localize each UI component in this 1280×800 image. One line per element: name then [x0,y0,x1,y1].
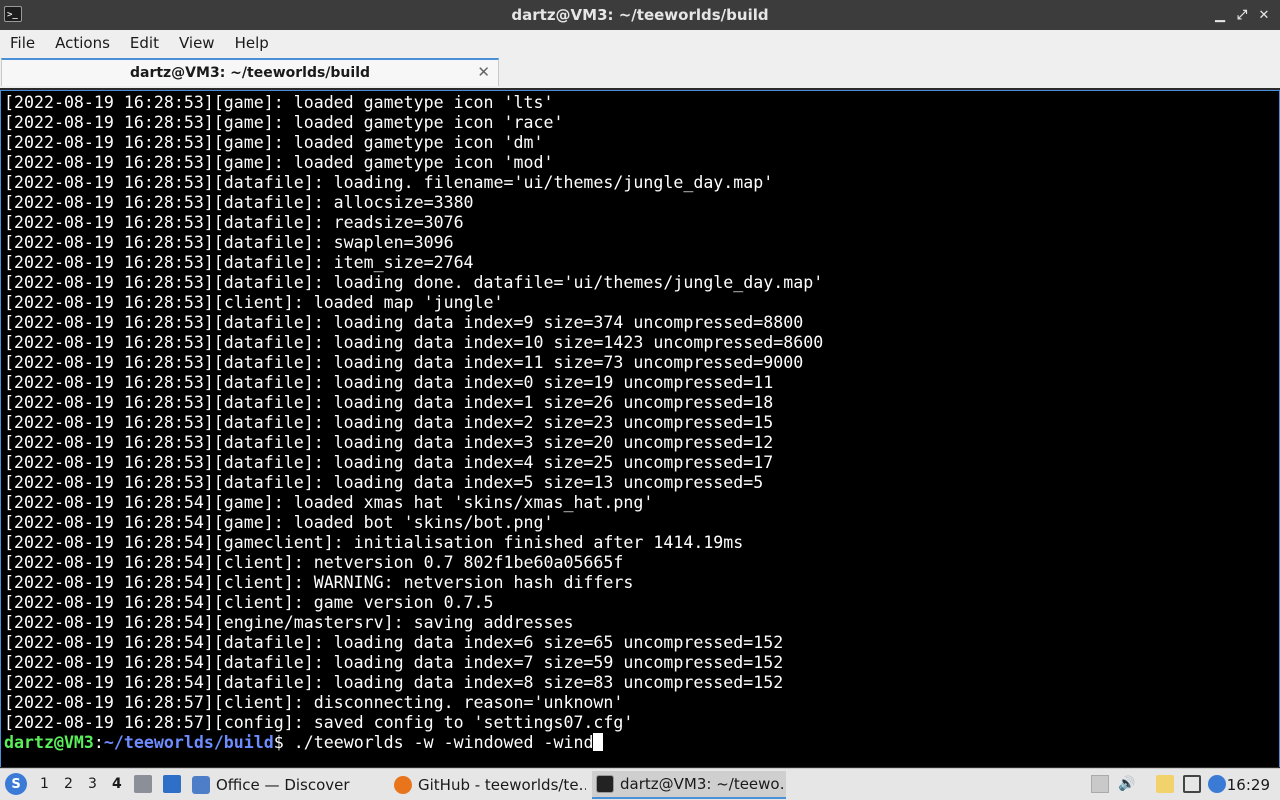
terminal-line: [2022-08-19 16:28:53][game]: loaded game… [4,153,554,172]
text-cursor [593,733,604,751]
workspace-1[interactable]: 1 [40,776,49,792]
tab-close-icon[interactable]: ✕ [477,63,490,81]
close-button[interactable]: ✕ [1254,5,1274,25]
clock[interactable]: 16:29 [1227,776,1270,794]
terminal-line: [2022-08-19 16:28:53][datafile]: loading… [4,173,774,192]
prompt-user: dartz@VM3 [4,733,94,752]
volume-icon[interactable]: 🔊 [1118,775,1136,793]
terminal-line: [2022-08-19 16:28:53][datafile]: loading… [4,333,824,352]
workspace-3[interactable]: 3 [88,776,97,792]
command-input[interactable]: ./teeworlds -w -windowed -wind [284,733,594,752]
file-manager-icon[interactable] [134,775,152,793]
task-firefox[interactable]: GitHub - teeworlds/te… [394,771,586,799]
task-label: Office — Discover [216,776,350,794]
tab-label: dartz@VM3: ~/teeworlds/build [129,65,371,81]
show-desktop-icon[interactable] [163,775,181,793]
terminal-line: [2022-08-19 16:28:53][datafile]: loading… [4,413,774,432]
terminal-tab[interactable]: dartz@VM3: ~/teeworlds/build ✕ [1,58,499,86]
task-label: GitHub - teeworlds/te… [418,776,586,794]
terminal-line: [2022-08-19 16:28:53][game]: loaded game… [4,133,544,152]
minimize-button[interactable]: ▁ [1210,5,1230,25]
menu-help[interactable]: Help [225,34,279,52]
menu-file[interactable]: File [0,34,45,52]
terminal-line: [2022-08-19 16:28:54][client]: game vers… [4,593,494,612]
terminal-output[interactable]: [2022-08-19 16:28:53][game]: loaded game… [0,90,1280,767]
terminal-line: [2022-08-19 16:28:54][gameclient]: initi… [4,533,744,552]
window-title: dartz@VM3: ~/teeworlds/build [511,6,769,24]
terminal-line: [2022-08-19 16:28:54][datafile]: loading… [4,673,784,692]
maximize-button[interactable]: ⤢ [1232,5,1252,25]
discover-icon [192,776,210,794]
network-tray-icon[interactable] [1183,775,1201,793]
terminal-line: [2022-08-19 16:28:54][client]: WARNING: … [4,573,634,592]
terminal-line: [2022-08-19 16:28:53][datafile]: loading… [4,373,774,392]
terminal-line: [2022-08-19 16:28:53][datafile]: loading… [4,393,774,412]
terminal-line: [2022-08-19 16:28:53][game]: loaded game… [4,93,554,112]
terminal-line: [2022-08-19 16:28:53][datafile]: loading… [4,353,804,372]
start-menu-icon[interactable]: S [5,773,27,795]
tab-bar: dartz@VM3: ~/teeworlds/build ✕ [0,56,1280,88]
terminal-line: [2022-08-19 16:28:53][datafile]: loading… [4,473,764,492]
workspace-2[interactable]: 2 [64,776,73,792]
terminal-line: [2022-08-19 16:28:53][client]: loaded ma… [4,293,504,312]
terminal-line: [2022-08-19 16:28:53][datafile]: loading… [4,453,774,472]
terminal-line: [2022-08-19 16:28:53][datafile]: swaplen… [4,233,454,252]
terminal-line: [2022-08-19 16:28:53][datafile]: loading… [4,433,774,452]
terminal-line: [2022-08-19 16:28:54][game]: loaded xmas… [4,493,654,512]
terminal-line: [2022-08-19 16:28:54][game]: loaded bot … [4,513,554,532]
terminal-line: [2022-08-19 16:28:54][client]: netversio… [4,553,624,572]
terminal-line: [2022-08-19 16:28:57][client]: disconnec… [4,693,624,712]
menu-bar: File Actions Edit View Help [0,30,1280,56]
terminal-line: [2022-08-19 16:28:54][datafile]: loading… [4,653,784,672]
updates-tray-icon[interactable] [1208,775,1226,793]
firefox-icon [394,776,412,794]
terminal-line: [2022-08-19 16:28:53][datafile]: allocsi… [4,193,474,212]
terminal-line: [2022-08-19 16:28:54][datafile]: loading… [4,633,784,652]
terminal-line: [2022-08-19 16:28:53][datafile]: readsiz… [4,213,464,232]
clipboard-tray-icon[interactable] [1091,775,1109,793]
terminal-line: [2022-08-19 16:28:53][datafile]: loading… [4,273,824,292]
terminal-line: [2022-08-19 16:28:53][game]: loaded game… [4,113,564,132]
terminal-line: [2022-08-19 16:28:54][engine/mastersrv]:… [4,613,574,632]
terminal-line: [2022-08-19 16:28:53][datafile]: loading… [4,313,804,332]
terminal-line: [2022-08-19 16:28:57][config]: saved con… [4,713,634,732]
prompt-path: ~/teeworlds/build [103,733,274,752]
prompt-line[interactable]: dartz@VM3:~/teeworlds/build$ ./teeworlds… [4,733,604,753]
menu-actions[interactable]: Actions [45,34,120,52]
prompt-symbol: $ [273,733,284,752]
menu-edit[interactable]: Edit [120,34,169,52]
taskbar: S 1 2 3 4 Office — Discover GitHub - tee… [0,768,1280,800]
menu-view[interactable]: View [169,34,225,52]
notes-tray-icon[interactable] [1156,775,1174,793]
task-label: dartz@VM3: ~/teewo… [620,775,786,793]
workspace-4[interactable]: 4 [112,776,122,792]
task-discover[interactable]: Office — Discover [192,771,382,799]
terminal-line: [2022-08-19 16:28:53][datafile]: item_si… [4,253,474,272]
task-terminal[interactable]: dartz@VM3: ~/teewo… [592,771,786,799]
window-controls: ▁ ⤢ ✕ [1210,5,1274,25]
terminal-app-icon: >_ [4,6,22,22]
prompt-separator: : [93,733,104,752]
terminal-icon [596,775,614,793]
window-titlebar: >_ dartz@VM3: ~/teeworlds/build ▁ ⤢ ✕ [0,0,1280,30]
